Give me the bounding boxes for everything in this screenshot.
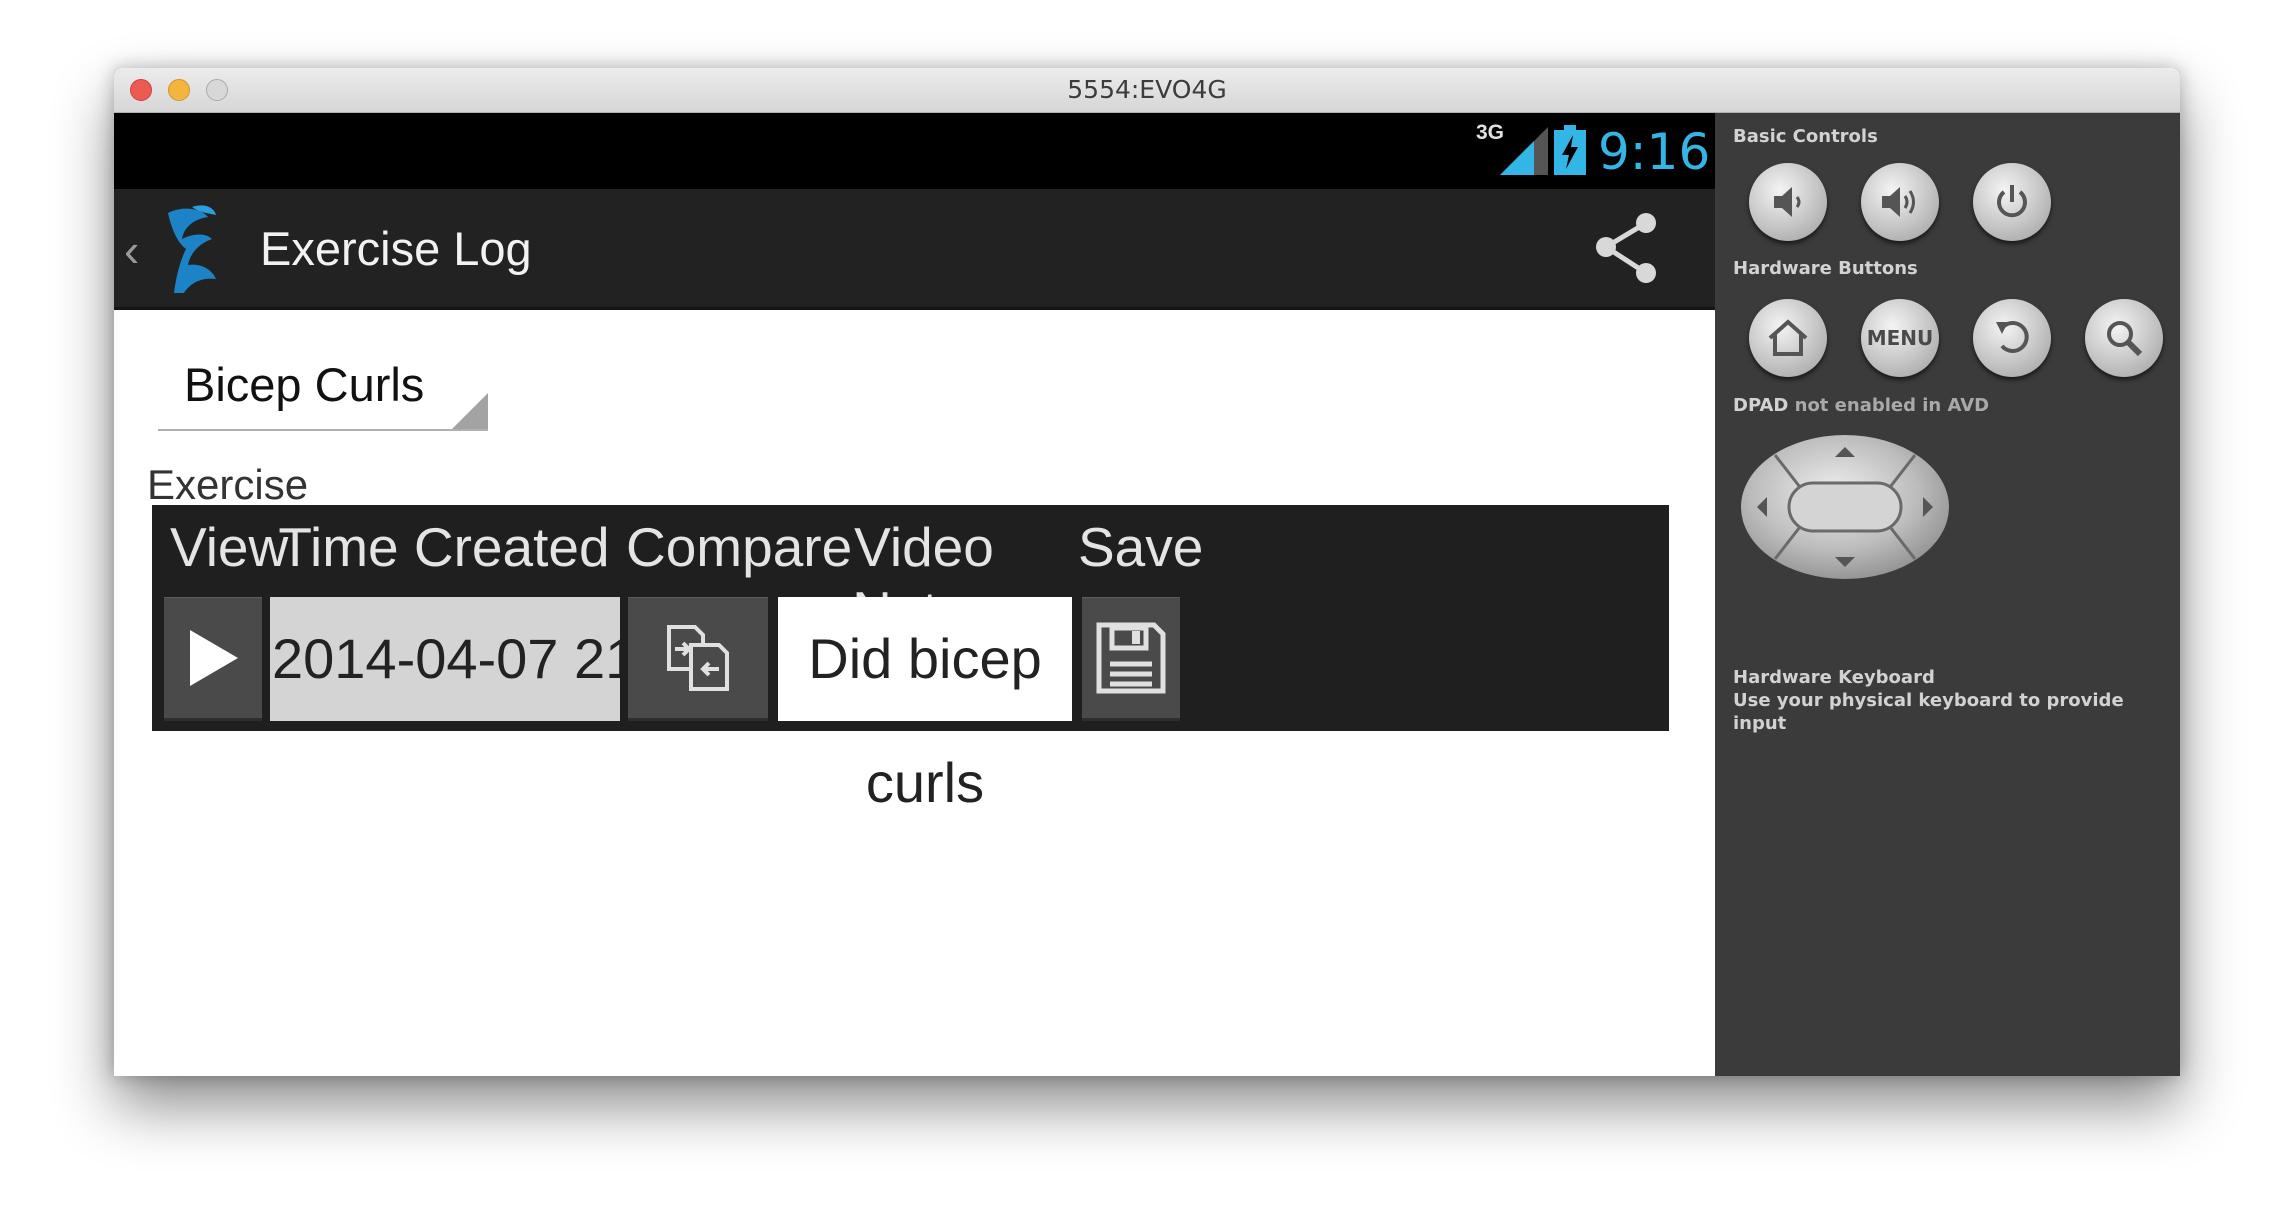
- share-icon[interactable]: [1584, 207, 1668, 291]
- page-title: Exercise Log: [260, 222, 532, 275]
- status-bar: 3G 9:16: [114, 113, 1715, 189]
- floppy-disk-icon: [1096, 622, 1166, 694]
- basic-controls-label: Basic Controls: [1733, 126, 1878, 147]
- time-created-cell: 2014-04-07 21:15:01: [270, 597, 620, 721]
- status-clock: 9:16: [1598, 123, 1711, 181]
- menu-button-label: MENU: [1866, 326, 1934, 350]
- app-logo-icon[interactable]: [154, 203, 234, 295]
- signal-icon: [1500, 127, 1548, 175]
- home-icon: [1768, 319, 1808, 356]
- menu-button[interactable]: MENU: [1861, 299, 1939, 377]
- battery-charging-icon: [1554, 125, 1586, 175]
- compare-icon: [667, 625, 729, 691]
- action-bar: ‹ Exercise Log: [114, 189, 1715, 310]
- compare-button[interactable]: [628, 597, 768, 721]
- exercise-log-table: View Time Created Compare Video Notes Sa…: [152, 505, 1669, 814]
- view-button[interactable]: [164, 597, 262, 721]
- search-icon: [2107, 321, 2143, 357]
- power-button[interactable]: [1973, 163, 2051, 241]
- back-arrow-icon: [1996, 320, 2029, 353]
- emulator-window: 5554:EVO4G 3G 9:16 ‹ Exercise Log Bicep …: [114, 68, 2180, 1076]
- exercise-label: Exercise: [147, 461, 309, 508]
- play-icon: [190, 630, 238, 686]
- title-bar: 5554:EVO4G: [114, 68, 2180, 113]
- dpad-label-strong: DPAD: [1733, 395, 1789, 416]
- column-header-time-created: Time Created: [278, 516, 610, 578]
- volume-down-icon: [1774, 187, 1801, 217]
- device-screen: 3G 9:16 ‹ Exercise Log Bicep Curls Exerc…: [114, 113, 1715, 1076]
- column-header-save: Save: [1078, 516, 1204, 578]
- hardware-buttons-label: Hardware Buttons: [1733, 258, 1918, 279]
- save-button[interactable]: [1082, 597, 1180, 721]
- emulator-controls-panel: Basic Controls Hardware Buttons MENU DPA…: [1715, 113, 2180, 1076]
- video-notes-cell[interactable]: Did bicep curls: [778, 597, 1072, 814]
- hardware-keyboard-hint: Use your physical keyboard to provide in…: [1733, 690, 2124, 734]
- spinner-selected-value: Bicep Curls: [184, 358, 425, 411]
- chevron-left-icon[interactable]: ‹: [124, 223, 139, 277]
- window-title: 5554:EVO4G: [1067, 75, 1227, 104]
- home-button[interactable]: [1749, 299, 1827, 377]
- search-button[interactable]: [2085, 299, 2163, 377]
- dpad-control[interactable]: [1739, 433, 1951, 581]
- spinner-arrow-icon: [452, 393, 488, 429]
- volume-down-button[interactable]: [1749, 163, 1827, 241]
- volume-up-icon: [1882, 187, 1915, 217]
- dpad-label-rest: not enabled in AVD: [1788, 395, 1990, 416]
- exercise-spinner[interactable]: Bicep Curls: [158, 349, 488, 431]
- column-header-view: View: [170, 516, 289, 578]
- column-header-compare: Compare: [626, 516, 853, 578]
- dpad-status-label: DPAD not enabled in AVD: [1733, 395, 1989, 416]
- volume-up-button[interactable]: [1861, 163, 1939, 241]
- back-button[interactable]: [1973, 299, 2051, 377]
- hardware-keyboard-info: Hardware Keyboard Use your physical keyb…: [1733, 666, 2180, 735]
- hardware-keyboard-title: Hardware Keyboard: [1733, 667, 1935, 688]
- power-icon: [1997, 185, 2027, 218]
